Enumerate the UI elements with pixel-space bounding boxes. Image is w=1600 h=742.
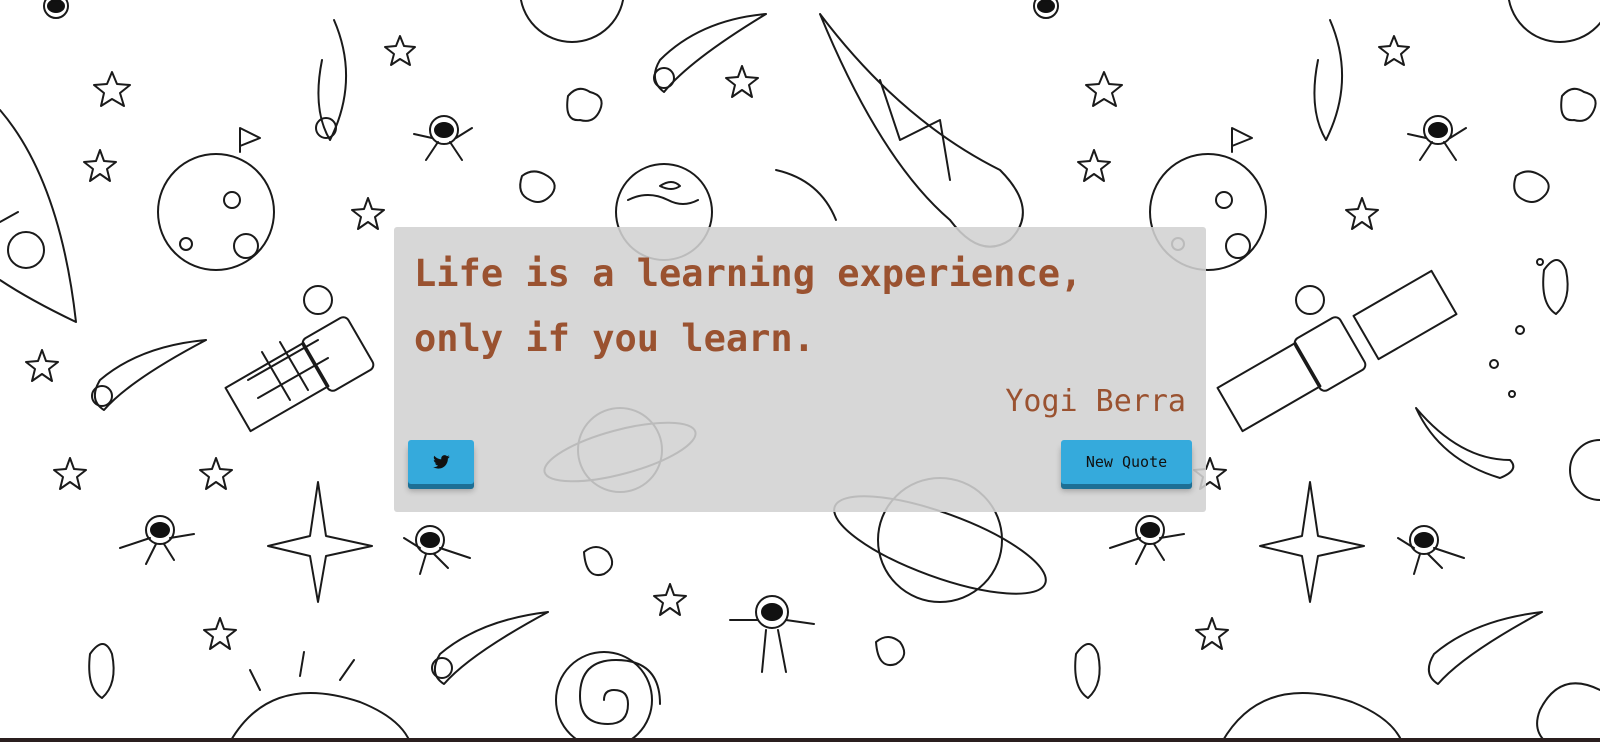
star-icon (203, 617, 237, 650)
comet-icon (433, 611, 549, 685)
new-quote-button[interactable]: New Quote (1061, 440, 1192, 484)
star-icon (1085, 71, 1123, 107)
astronaut-icon (1407, 115, 1467, 161)
star-icon (53, 457, 87, 490)
astronaut-icon (729, 595, 815, 673)
asteroid-icon (566, 87, 603, 122)
star-icon (83, 149, 117, 182)
asteroid-icon (1542, 259, 1569, 315)
sun-icon (1221, 692, 1403, 742)
star-icon (1195, 617, 1229, 650)
satellite-icon (301, 316, 375, 392)
asteroid-icon (88, 643, 115, 699)
star-icon (384, 35, 416, 66)
sparkle-icon (1259, 481, 1365, 603)
comet-icon (317, 19, 347, 141)
sun-icon (229, 692, 411, 742)
sparkle-icon (267, 481, 373, 603)
planet-icon (519, 0, 625, 43)
astronaut-icon (43, 0, 69, 19)
star-icon (653, 583, 687, 616)
astronaut-icon (413, 115, 473, 161)
quote-author: Yogi Berra (1005, 384, 1186, 419)
quote-text: Life is a learning experience, only if y… (414, 252, 1083, 360)
tweet-button[interactable] (408, 440, 474, 484)
comet-icon (1415, 407, 1515, 479)
comet-icon (1313, 19, 1343, 141)
astronaut-icon (1397, 525, 1465, 575)
astronaut-icon (1109, 515, 1185, 565)
star-icon (351, 197, 385, 230)
galaxy-icon (579, 659, 661, 725)
comet-icon (653, 13, 767, 93)
star-icon (1345, 197, 1379, 230)
star-icon (199, 457, 233, 490)
star-icon (1378, 35, 1410, 66)
comet-icon (775, 169, 837, 221)
star-icon (25, 349, 59, 382)
ringed-planet-icon (1569, 439, 1600, 501)
asteroid-icon (1513, 170, 1550, 203)
quote-card: Life is a learning experience, only if y… (394, 227, 1206, 512)
asteroid-icon (519, 170, 556, 203)
asteroid-icon (1074, 643, 1101, 699)
asteroid-icon (1560, 87, 1597, 122)
star-icon (1077, 149, 1111, 182)
planet-icon (1507, 0, 1600, 43)
twitter-icon (432, 455, 450, 469)
astronaut-icon (1033, 0, 1059, 19)
asteroid-icon (875, 636, 906, 666)
bottom-bar (0, 738, 1600, 742)
satellite-icon (1293, 316, 1367, 392)
astronaut-icon (403, 525, 471, 575)
asteroid-icon (583, 546, 614, 576)
astronaut-icon (119, 515, 195, 565)
star-icon (725, 65, 759, 98)
comet-icon (1427, 611, 1543, 685)
star-icon (93, 71, 131, 107)
